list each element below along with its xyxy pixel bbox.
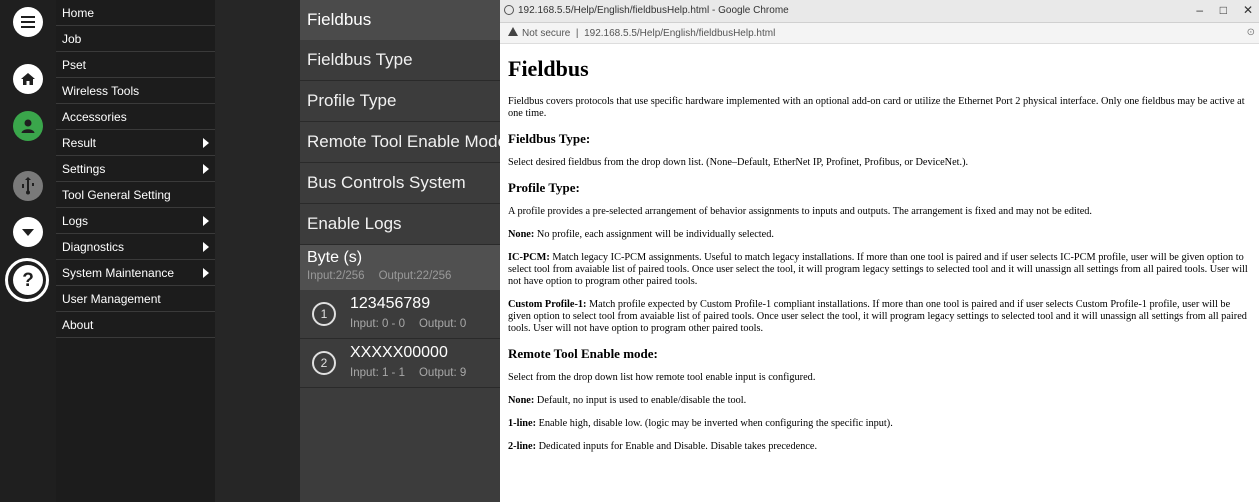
none-profile-text: None: No profile, each assignment will b… xyxy=(508,229,774,240)
menu-item-pset[interactable]: Pset xyxy=(56,52,215,78)
dropdown-icon[interactable] xyxy=(13,217,43,247)
byte-index-badge: 1 xyxy=(312,302,336,326)
list-item[interactable]: 1 123456789 Input: 0 - 0 Output: 0 xyxy=(300,290,500,339)
help-document: Fieldbus Fieldbus covers protocols that … xyxy=(508,44,1251,464)
byte-input-usage: Input:2/256 xyxy=(307,270,365,282)
menu-item-result[interactable]: Result xyxy=(56,130,215,156)
minimize-button[interactable]: – xyxy=(1196,3,1203,17)
user-icon[interactable] xyxy=(13,111,43,141)
menu-item-home[interactable]: Home xyxy=(56,0,215,26)
remote-tool-enable-heading: Remote Tool Enable mode: xyxy=(508,346,658,361)
menu-item-wireless-tools[interactable]: Wireless Tools xyxy=(56,78,215,104)
fieldbus-panel: Fieldbus Fieldbus Type Profile Type Remo… xyxy=(300,0,500,502)
icon-rail: ? xyxy=(0,0,56,502)
help-browser-window: 192.168.5.5/Help/English/fieldbusHelp.ht… xyxy=(500,0,1259,502)
usb-icon[interactable] xyxy=(13,171,43,201)
menu-item-diagnostics[interactable]: Diagnostics xyxy=(56,234,215,260)
remote-tool-enable-text: Select from the drop down list how remot… xyxy=(508,372,816,383)
icpcm-profile-text: IC-PCM: Match legacy IC-PCM assignments.… xyxy=(508,252,1248,287)
window-title: 192.168.5.5/Help/English/fieldbusHelp.ht… xyxy=(518,5,789,16)
chevron-right-icon xyxy=(203,216,209,226)
chrome-icon xyxy=(504,5,514,15)
menu-item-accessories[interactable]: Accessories xyxy=(56,104,215,130)
none-mode-text: None: Default, no input is used to enabl… xyxy=(508,395,747,406)
background-gap xyxy=(215,0,300,502)
custom-profile-text: Custom Profile-1: Match profile expected… xyxy=(508,299,1247,334)
url-value: 192.168.5.5/Help/English/fieldbusHelp.ht… xyxy=(584,28,776,39)
byte-index-badge: 2 xyxy=(312,351,336,375)
byte-usage: Input:2/256 Output:22/256 xyxy=(307,270,493,282)
menu-item-logs[interactable]: Logs xyxy=(56,208,215,234)
menu-item-tool-general-setting[interactable]: Tool General Setting xyxy=(56,182,215,208)
byte-output-usage: Output:22/256 xyxy=(378,270,452,282)
chevron-right-icon xyxy=(203,164,209,174)
one-line-mode-text: 1-line: Enable high, disable low. (logic… xyxy=(508,418,893,429)
menu-icon[interactable] xyxy=(13,7,43,37)
byte-entry-io: Input: 0 - 0 Output: 0 xyxy=(350,318,467,330)
fieldbus-type-heading: Fieldbus Type: xyxy=(508,131,591,146)
bus-controls-system-row[interactable]: Bus Controls System xyxy=(300,163,500,204)
menu-item-settings[interactable]: Settings xyxy=(56,156,215,182)
doc-intro: Fieldbus covers protocols that use speci… xyxy=(508,96,1245,119)
close-button[interactable]: ✕ xyxy=(1243,3,1253,17)
url-text[interactable]: Not secure | 192.168.5.5/Help/English/fi… xyxy=(522,28,775,39)
chevron-right-icon xyxy=(203,138,209,148)
main-menu: Home Job Pset Wireless Tools Accessories… xyxy=(56,0,215,502)
page-settings-icon[interactable]: ⊙ xyxy=(1247,27,1255,38)
menu-item-user-management[interactable]: User Management xyxy=(56,286,215,312)
window-titlebar[interactable]: 192.168.5.5/Help/English/fieldbusHelp.ht… xyxy=(500,0,1259,23)
home-icon[interactable] xyxy=(13,64,43,94)
doc-title: Fieldbus xyxy=(508,56,589,81)
byte-entry-name: 123456789 xyxy=(350,295,431,312)
chevron-right-icon xyxy=(203,268,209,278)
byte-entry-name: XXXXX00000 xyxy=(350,344,448,361)
menu-item-system-maintenance[interactable]: System Maintenance xyxy=(56,260,215,286)
enable-logs-row[interactable]: Enable Logs xyxy=(300,204,500,245)
address-bar[interactable]: Not secure | 192.168.5.5/Help/English/fi… xyxy=(500,23,1259,44)
byte-entry-io: Input: 1 - 1 Output: 9 xyxy=(350,367,467,379)
profile-type-row[interactable]: Profile Type xyxy=(300,81,500,122)
maximize-button[interactable]: □ xyxy=(1220,3,1227,17)
warning-icon xyxy=(508,27,518,36)
menu-item-about[interactable]: About xyxy=(56,312,215,338)
chevron-right-icon xyxy=(203,242,209,252)
byte-section-header: Byte (s) Input:2/256 Output:22/256 xyxy=(300,245,500,290)
menu-item-job[interactable]: Job xyxy=(56,26,215,52)
byte-title: Byte (s) xyxy=(307,249,363,266)
list-item[interactable]: 2 XXXXX00000 Input: 1 - 1 Output: 9 xyxy=(300,339,500,388)
fieldbus-type-row[interactable]: Fieldbus Type xyxy=(300,40,500,81)
remote-tool-enable-mode-row[interactable]: Remote Tool Enable Mode xyxy=(300,122,500,163)
help-icon[interactable]: ? xyxy=(13,265,43,295)
fieldbus-type-text: Select desired fieldbus from the drop do… xyxy=(508,157,969,168)
two-line-mode-text: 2-line: Dedicated inputs for Enable and … xyxy=(508,441,818,452)
profile-type-heading: Profile Type: xyxy=(508,180,580,195)
not-secure-label: Not secure xyxy=(522,28,571,39)
fieldbus-header: Fieldbus xyxy=(300,0,500,40)
profile-type-text: A profile provides a pre-selected arrang… xyxy=(508,206,1092,217)
